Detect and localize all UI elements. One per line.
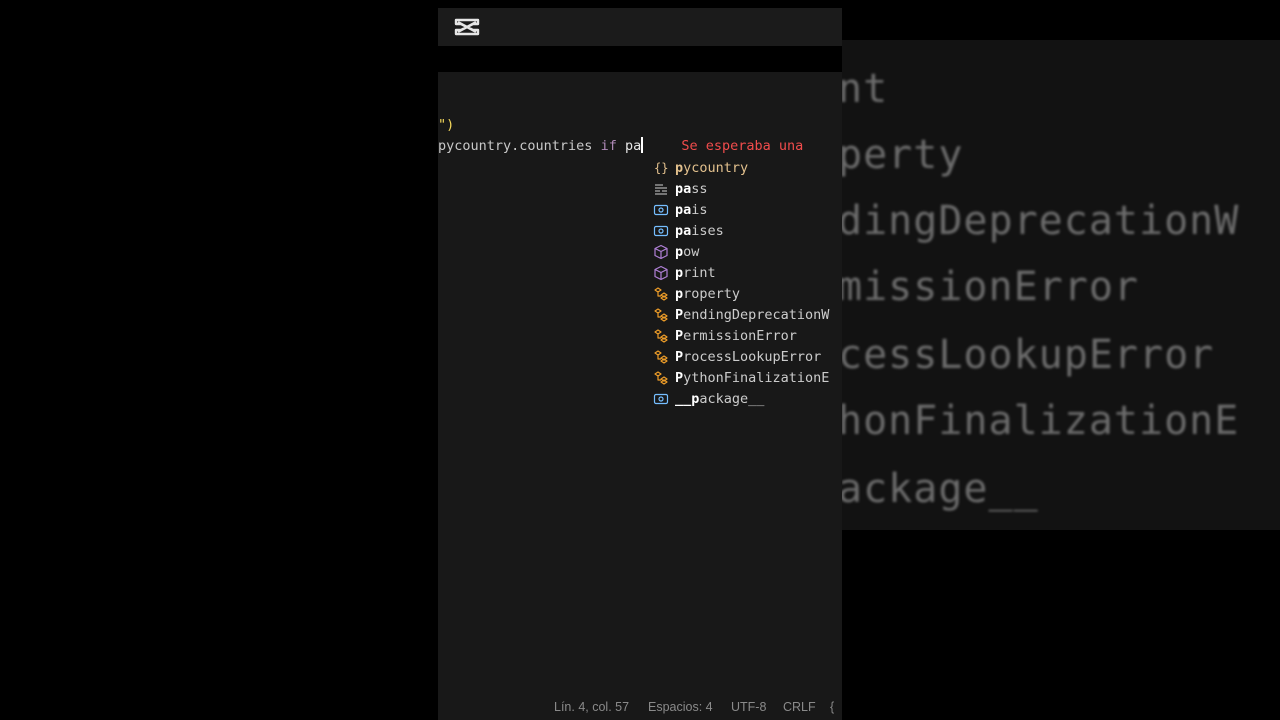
cursor-position[interactable]: Lín. 4, col. 57 — [554, 700, 629, 714]
class-icon — [653, 307, 669, 323]
svg-text:{}: {} — [654, 161, 668, 175]
suggest-item[interactable]: pais — [650, 199, 842, 220]
variable-icon — [653, 391, 669, 407]
variable-icon — [653, 202, 669, 218]
suggest-item[interactable]: PythonFinalizationE — [650, 367, 842, 388]
suggest-item[interactable]: paises — [650, 220, 842, 241]
zoom-line: cessLookupError — [842, 332, 1215, 378]
background-zoom: nt perty dingDeprecationW missionError c… — [842, 40, 1280, 530]
class-icon — [653, 328, 669, 344]
language-mode-icon[interactable]: { — [830, 700, 834, 714]
indentation-status[interactable]: Espacios: 4 — [648, 700, 713, 714]
class-icon — [653, 349, 669, 365]
eol-status[interactable]: CRLF — [783, 700, 816, 714]
zoom-line: ackage__ — [842, 466, 1039, 512]
keyword: if — [600, 138, 617, 154]
code-text: pycountry.countries — [438, 138, 593, 154]
zoom-line: nt — [842, 66, 889, 112]
suggest-widget: {} pycountry pass pais paises pow print … — [650, 157, 842, 413]
class-icon — [653, 370, 669, 386]
suggest-item[interactable]: pass — [650, 178, 842, 199]
suggest-item[interactable]: __package__ — [650, 388, 842, 409]
method-icon — [653, 265, 669, 281]
module-icon: {} — [653, 160, 669, 176]
zoom-line: missionError — [842, 264, 1139, 310]
suggest-item[interactable]: property — [650, 283, 842, 304]
code-editor[interactable]: ") pycountry.countries if pa Se esperaba… — [438, 72, 842, 694]
capcut-logo-icon — [454, 17, 480, 37]
zoom-line: dingDeprecationW — [842, 198, 1240, 244]
encoding-status[interactable]: UTF-8 — [731, 700, 766, 714]
zoom-line: honFinalizationE — [842, 398, 1240, 444]
top-bar — [438, 8, 842, 46]
keyword-icon — [653, 181, 669, 197]
variable-icon — [653, 223, 669, 239]
error-hint: Se esperaba una — [681, 138, 804, 154]
status-bar: Lín. 4, col. 57 Espacios: 4 UTF-8 CRLF { — [438, 694, 842, 720]
method-icon — [653, 244, 669, 260]
text-cursor — [641, 137, 644, 153]
suggest-item[interactable]: pow — [650, 241, 842, 262]
typed-text: pa — [624, 138, 642, 154]
code-line-1: ") — [438, 115, 454, 135]
suggest-item[interactable]: PermissionError — [650, 325, 842, 346]
code-line-2: pycountry.countries if pa Se esperaba un… — [438, 136, 803, 156]
suggest-item[interactable]: ProcessLookupError — [650, 346, 842, 367]
suggest-item[interactable]: {} pycountry — [650, 157, 842, 178]
class-icon — [653, 286, 669, 302]
suggest-item[interactable]: PendingDeprecationW — [650, 304, 842, 325]
zoom-line: perty — [842, 132, 964, 178]
code-text: ") — [438, 117, 455, 133]
suggest-item[interactable]: print — [650, 262, 842, 283]
